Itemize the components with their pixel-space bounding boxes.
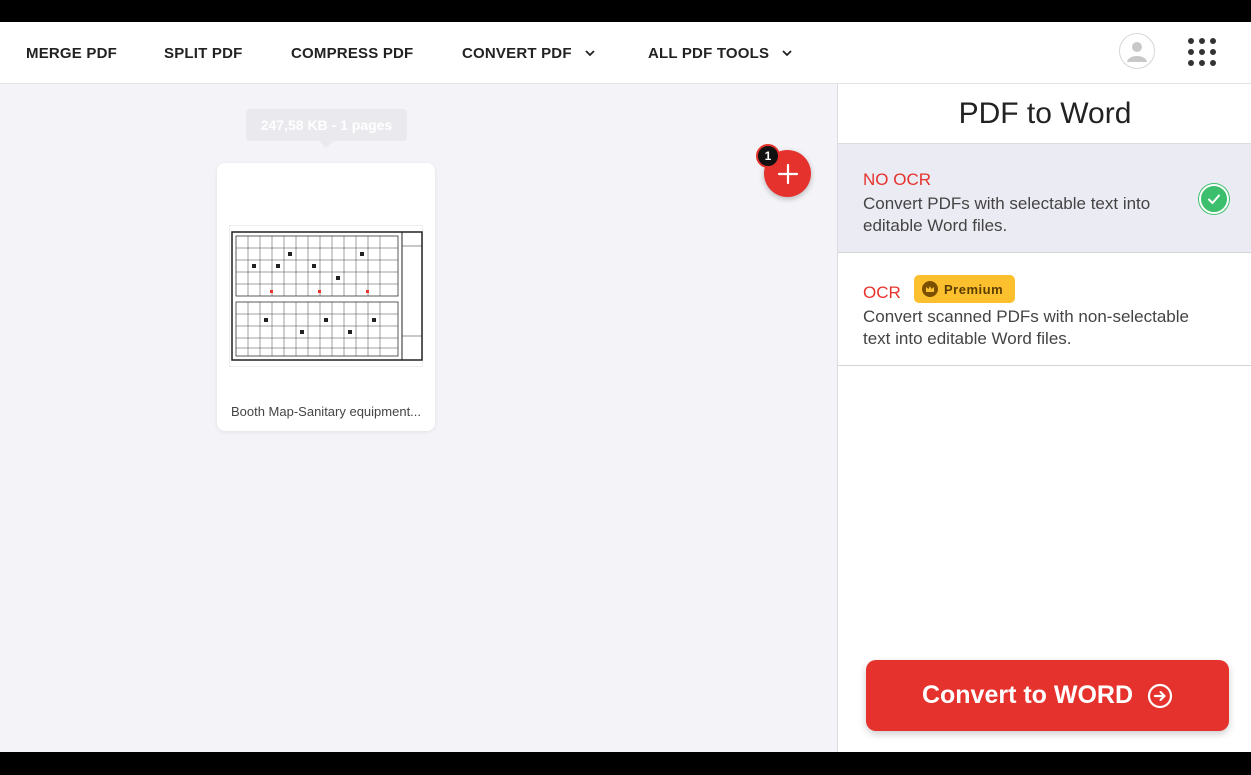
app-window: MERGE PDF SPLIT PDF COMPRESS PDF CONVERT…: [0, 22, 1251, 752]
option-ocr-description: Convert scanned PDFs with non-selectable…: [863, 307, 1189, 348]
file-name: Booth Map-Sanitary equipment...: [230, 404, 422, 419]
sidebar-title: PDF to Word: [838, 84, 1251, 144]
option-ocr-title: OCR: [863, 283, 901, 302]
file-workspace: 247,58 KB - 1 pages Booth Map-Sanitary e…: [0, 84, 837, 752]
nav-convert-pdf-label: CONVERT PDF: [462, 44, 572, 62]
grid-menu-icon[interactable]: [1188, 38, 1216, 66]
nav-convert-pdf[interactable]: CONVERT PDF: [462, 22, 596, 84]
user-icon: [1127, 42, 1147, 62]
plus-icon: [777, 163, 798, 184]
file-card[interactable]: Booth Map-Sanitary equipment...: [217, 163, 435, 431]
top-bezel: [0, 0, 1251, 22]
floorplan-thumbnail: [229, 225, 423, 367]
option-no-ocr[interactable]: NO OCR Convert PDFs with selectable text…: [838, 144, 1251, 253]
user-avatar-button[interactable]: [1119, 33, 1155, 69]
nav-merge-pdf[interactable]: MERGE PDF: [26, 22, 117, 84]
nav-all-pdf-tools-label: ALL PDF TOOLS: [648, 44, 770, 62]
option-ocr[interactable]: OCR Premium Convert scanned PDFs with no…: [838, 253, 1251, 366]
top-navigation: MERGE PDF SPLIT PDF COMPRESS PDF CONVERT…: [0, 22, 1251, 84]
chevron-down-icon: [585, 50, 595, 57]
nav-all-pdf-tools[interactable]: ALL PDF TOOLS: [648, 22, 793, 84]
options-sidebar: PDF to Word NO OCR Convert PDFs with sel…: [837, 84, 1251, 752]
convert-to-word-button[interactable]: Convert to WORD: [866, 660, 1229, 731]
premium-badge-label: Premium: [944, 281, 1004, 297]
bottom-bezel: [0, 752, 1251, 775]
crown-icon: [922, 281, 938, 297]
arrow-right-circle-icon: [1147, 683, 1173, 708]
chevron-down-icon: [782, 50, 792, 57]
option-no-ocr-title: NO OCR: [863, 170, 931, 189]
nav-split-pdf[interactable]: SPLIT PDF: [164, 22, 242, 84]
convert-button-label: Convert to WORD: [921, 681, 1134, 709]
file-info-tooltip: 247,58 KB - 1 pages: [246, 109, 407, 148]
check-icon: [1199, 184, 1229, 214]
file-count-badge: 1: [756, 144, 780, 168]
option-no-ocr-description: Convert PDFs with selectable text into e…: [863, 194, 1151, 235]
nav-compress-pdf[interactable]: COMPRESS PDF: [291, 22, 413, 84]
premium-badge: Premium: [914, 275, 1016, 303]
